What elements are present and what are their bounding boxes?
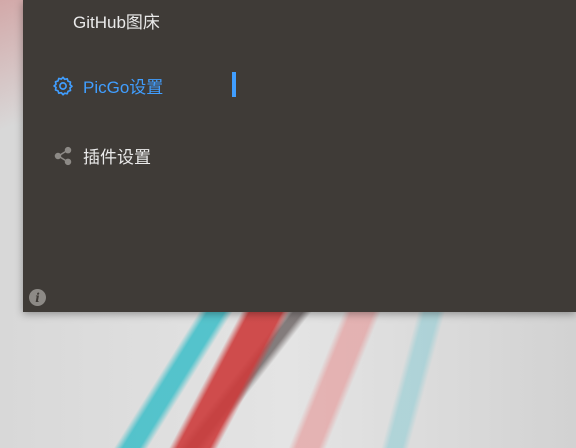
sidebar-item-label: GitHub图床 [73, 13, 160, 32]
sidebar-item-github[interactable]: GitHub图床 [73, 8, 160, 33]
sidebar-item-label: PicGo设置 [83, 78, 164, 97]
share-icon [52, 145, 74, 167]
sidebar-item-plugin-settings[interactable]: 插件设置 [52, 143, 151, 168]
active-indicator [232, 72, 236, 97]
sidebar-item-picgo-settings[interactable]: PicGo设置 [52, 73, 163, 98]
sidebar-panel: GitHub图床 PicGo设置 插件设置 i [23, 0, 576, 312]
gear-icon [52, 75, 74, 97]
sidebar-item-label: 插件设置 [83, 148, 151, 167]
info-icon[interactable]: i [29, 289, 46, 306]
